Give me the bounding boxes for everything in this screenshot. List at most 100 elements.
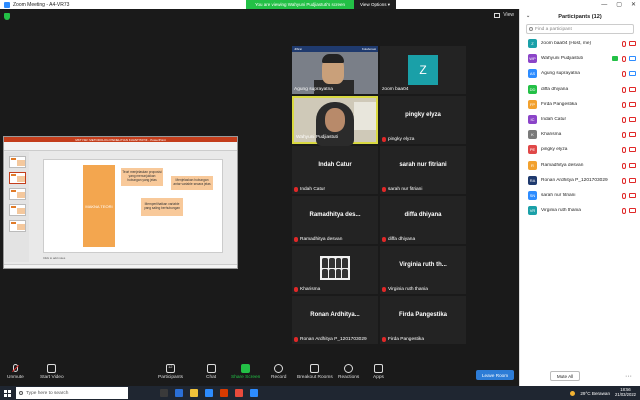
mic-muted-icon[interactable] [622, 177, 626, 184]
tile-name-label: diffa dhiyana [382, 237, 415, 242]
share-screen-button[interactable]: Share Screen [231, 364, 260, 380]
participant-row[interactable]: DD diffa dhiyana [520, 82, 640, 97]
video-on-icon[interactable] [629, 56, 636, 62]
slide-thumbnail[interactable] [9, 188, 26, 200]
video-off-icon[interactable] [629, 177, 636, 183]
avatar: PE [528, 145, 537, 155]
participant-row[interactable]: AS Agung suprayatna [520, 66, 640, 81]
participant-row[interactable]: R Ramadhitya desvan [520, 158, 640, 173]
slide-thumbnail[interactable] [9, 156, 26, 168]
tile-name-label: Agung suprayatna [294, 87, 333, 92]
reactions-button[interactable]: Reactions [338, 364, 359, 380]
video-tile[interactable]: Ronan Ardhitya... Ronan Ardhitya P_12017… [292, 296, 378, 344]
maximize-button[interactable]: ▢ [616, 1, 622, 8]
mic-muted-icon[interactable] [622, 86, 626, 93]
avatar: Z [528, 39, 537, 49]
taskbar-app-icon[interactable] [190, 389, 198, 397]
participant-row[interactable]: VR Virginia ruth thania [520, 203, 640, 218]
tile-name-label: Indah Catur [294, 187, 325, 192]
view-button[interactable]: View [494, 12, 514, 18]
leave-room-button[interactable]: Leave Room [476, 370, 514, 380]
windows-start-icon[interactable] [4, 389, 11, 397]
video-tile[interactable]: pingky elyza pingky elyza [380, 96, 466, 144]
participant-row[interactable]: FP Firda Pangestika [520, 97, 640, 112]
participant-row[interactable]: Zzoom baa04 (Host, me) [520, 36, 640, 51]
video-off-icon[interactable] [629, 132, 636, 138]
mic-muted-icon[interactable] [622, 116, 626, 123]
smiley-icon [344, 364, 354, 373]
participant-row[interactable]: WP Wahyuni Pudjiastuti [520, 51, 640, 66]
video-tile[interactable]: Kharisma [292, 246, 378, 294]
close-button[interactable]: ✕ [631, 1, 636, 8]
video-tile[interactable]: Z zoom baa04 [380, 46, 466, 94]
taskbar-app-icon[interactable] [220, 389, 228, 397]
video-tile[interactable]: sarah nur fitriani sarah nur fitriani [380, 146, 466, 194]
taskbar-app-icon[interactable] [235, 389, 243, 397]
video-off-icon[interactable] [629, 86, 636, 92]
mic-muted-icon[interactable] [622, 101, 626, 108]
slide-thumbnail[interactable] [9, 204, 26, 216]
taskbar-app-icon[interactable] [160, 389, 168, 397]
taskbar-app-icon[interactable] [175, 389, 183, 397]
taskbar-search-input[interactable]: Type here to search [16, 387, 128, 399]
mic-muted-icon[interactable] [622, 147, 626, 154]
tile-name-label: sarah nur fitriani [382, 187, 422, 192]
mic-muted-icon[interactable] [622, 132, 626, 139]
taskbar-app-icon[interactable] [250, 389, 258, 397]
video-off-icon[interactable] [629, 147, 636, 153]
mic-muted-icon [382, 187, 386, 192]
tile-name-label: Firda Pangestika [382, 337, 424, 342]
video-tile[interactable]: Ramadhitya des... Ramadhitya desvan [292, 196, 378, 244]
video-tile-active-speaker[interactable]: Wahyuni Pudjiastuti [292, 96, 378, 146]
video-off-icon[interactable] [629, 101, 636, 107]
participants-button[interactable]: 12 Participants [158, 364, 183, 380]
unmute-button[interactable]: Unmute [7, 364, 24, 380]
mic-muted-icon[interactable] [622, 192, 626, 199]
mic-muted-icon[interactable] [622, 162, 626, 169]
video-tile[interactable]: Virginia ruth th... Virginia ruth thania [380, 246, 466, 294]
security-shield-icon[interactable] [4, 13, 10, 20]
mic-muted-icon [382, 237, 386, 242]
participant-row[interactable]: RA Ronan Ardhitya P_1201703029 [520, 173, 640, 188]
slide-thumbnail[interactable] [9, 220, 26, 232]
video-off-icon[interactable] [629, 41, 636, 46]
record-button[interactable]: Record [271, 364, 286, 380]
participant-search-input[interactable]: Find a participant [526, 24, 634, 34]
video-tile[interactable]: Jilbrai Kolaborasi Agung suprayatna [292, 46, 378, 94]
apps-button[interactable]: Apps [373, 364, 384, 380]
video-tile[interactable]: Firda Pangestika Firda Pangestika [380, 296, 466, 344]
mute-all-button[interactable]: Mute All [550, 371, 580, 381]
chat-button[interactable]: Chat [206, 364, 216, 380]
tile-display-name: sarah nur fitriani [399, 162, 447, 168]
video-off-icon[interactable] [629, 192, 636, 198]
video-on-icon[interactable] [629, 71, 636, 77]
panel-footer: Mute All ··· [520, 370, 640, 382]
video-off-icon[interactable] [629, 208, 636, 214]
chevron-down-icon[interactable]: ⌄ [526, 13, 530, 19]
mic-muted-icon[interactable] [622, 208, 626, 215]
participants-panel: ⌄ Participants (12) Find a participant Z… [519, 9, 640, 386]
more-options-button[interactable]: ··· [625, 373, 632, 380]
slide-thumbnail-selected[interactable] [9, 172, 26, 184]
mic-muted-icon[interactable] [622, 56, 626, 63]
clock[interactable]: 18:56 21/03/2022 [615, 388, 636, 397]
start-video-button[interactable]: Start Video [40, 364, 64, 380]
participant-row[interactable]: IC Indah Catur [520, 112, 640, 127]
shared-screen[interactable]: MKTI SR: METODOLOGI PENELITIAN KUANTITAT… [3, 136, 238, 269]
video-tile[interactable]: Indah Catur Indah Catur [292, 146, 378, 194]
mic-muted-icon[interactable] [622, 71, 626, 78]
minimize-button[interactable]: — [601, 2, 607, 8]
video-off-icon[interactable] [629, 162, 636, 168]
breakout-rooms-button[interactable]: Breakout Rooms [297, 364, 333, 380]
tile-display-name: diffa dhiyana [404, 212, 442, 218]
participant-row[interactable]: SN sarah nur fitriani [520, 188, 640, 203]
mic-muted-icon[interactable] [622, 41, 626, 47]
avatar: K [528, 130, 537, 140]
video-off-icon[interactable] [629, 116, 636, 122]
video-tile[interactable]: diffa dhiyana diffa dhiyana [380, 196, 466, 244]
view-options-button[interactable]: View Options ▾ [354, 0, 396, 9]
taskbar-app-icon[interactable] [205, 389, 213, 397]
participant-row[interactable]: K Kharisma [520, 127, 640, 142]
tile-display-name: Indah Catur [318, 162, 352, 168]
participant-row[interactable]: PE pingky elyza [520, 142, 640, 157]
